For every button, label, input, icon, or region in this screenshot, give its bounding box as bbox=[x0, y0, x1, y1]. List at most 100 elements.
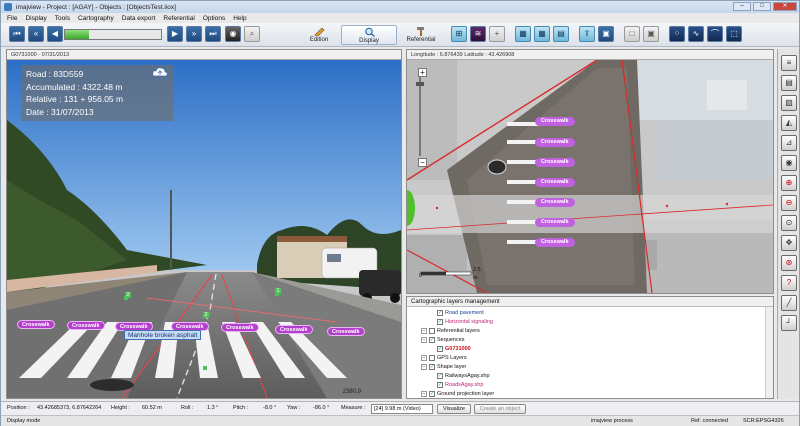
visualize-button[interactable]: Visualize bbox=[437, 404, 471, 414]
expand-toggle-icon[interactable]: − bbox=[421, 337, 427, 343]
map-panel[interactable]: Longitude : 6.876439 Latitude : 43.42690… bbox=[406, 49, 774, 294]
map-crosswalk-tag[interactable]: Crosswalk bbox=[535, 117, 575, 126]
layer-item[interactable]: − ✓ Ground projection layer bbox=[421, 390, 494, 398]
crosswalk-tag[interactable]: Crosswalk bbox=[327, 327, 365, 336]
draw-line-icon[interactable]: ╱ bbox=[781, 295, 797, 311]
layer-item[interactable]: ✓ RoadsAgay.shp bbox=[429, 381, 483, 389]
map-crosswalk-tag[interactable]: Crosswalk bbox=[535, 158, 575, 167]
layer-tool-icon[interactable]: ⊞ bbox=[451, 26, 467, 42]
crosswalk-tag[interactable]: Crosswalk bbox=[221, 323, 259, 332]
layer-item[interactable]: ✓ Horizontal signaling bbox=[429, 318, 493, 326]
zoom-extent-icon[interactable]: ⊙ bbox=[781, 215, 797, 231]
layer-checkbox[interactable]: ✓ bbox=[437, 310, 443, 316]
zoom-out-button[interactable]: − bbox=[418, 158, 427, 167]
layers-icon[interactable]: ▤ bbox=[781, 75, 797, 91]
map-crosswalk-tag[interactable]: Crosswalk bbox=[535, 138, 575, 147]
measure-select[interactable]: [24] 9.98 m (Video) bbox=[371, 404, 433, 414]
photo-icon[interactable]: ▨ bbox=[781, 95, 797, 111]
sequence-progress-bar[interactable] bbox=[64, 29, 162, 40]
orthophoto-map[interactable] bbox=[407, 60, 773, 293]
go-start-button[interactable]: ⏮ bbox=[9, 26, 25, 42]
polygon-tool-icon[interactable]: ⬚ bbox=[726, 26, 742, 42]
crosswalk-tag[interactable]: Crosswalk bbox=[67, 321, 105, 330]
layer-checkbox[interactable]: ✓ bbox=[429, 364, 435, 370]
layer-item[interactable]: − ✓ Shape layer bbox=[421, 363, 466, 371]
help-icon[interactable]: ? bbox=[781, 275, 797, 291]
menu-cartography[interactable]: Cartography bbox=[78, 15, 114, 22]
polyline-tool-icon[interactable]: ∿ bbox=[688, 26, 704, 42]
layer-checkbox[interactable]: ✓ bbox=[437, 346, 443, 352]
menu-referential[interactable]: Referential bbox=[163, 15, 194, 22]
minimize-button[interactable]: – bbox=[733, 2, 751, 11]
referential-button[interactable]: Referential bbox=[393, 25, 449, 45]
curve-tool-icon[interactable]: ⌒ bbox=[707, 26, 723, 42]
panoramic-view-panel[interactable]: G0731000 - 07/31/2013 Road: 83D559 Accu… bbox=[6, 49, 402, 399]
fast-forward-button[interactable]: » bbox=[186, 26, 202, 42]
add-tool-icon[interactable]: + bbox=[489, 26, 505, 42]
road-icon[interactable]: ⊿ bbox=[781, 135, 797, 151]
zoom-in-button[interactable]: + bbox=[418, 68, 427, 77]
close-button[interactable]: ✕ bbox=[773, 2, 797, 11]
map-crosswalk-tag[interactable]: Crosswalk bbox=[535, 218, 575, 227]
edition-button[interactable]: Edition bbox=[291, 25, 347, 45]
grid-view-c-icon[interactable]: ▤ bbox=[553, 26, 569, 42]
corner-icon[interactable]: ┘ bbox=[781, 315, 797, 331]
crosswalk-tag[interactable]: Crosswalk bbox=[17, 320, 55, 329]
camera-snapshot-icon[interactable]: ◉ bbox=[781, 155, 797, 171]
layer-checkbox[interactable] bbox=[429, 328, 435, 334]
maximize-button[interactable]: □ bbox=[753, 2, 771, 11]
layer-checkbox[interactable]: ✓ bbox=[437, 382, 443, 388]
export-icon[interactable]: ⇪ bbox=[579, 26, 595, 42]
camera-icon[interactable]: ◉ bbox=[225, 26, 241, 42]
expand-toggle-icon[interactable]: − bbox=[421, 391, 427, 397]
cloud-upload-icon[interactable] bbox=[152, 66, 168, 78]
layer-checkbox[interactable] bbox=[429, 355, 435, 361]
play-button[interactable]: ▶ bbox=[167, 26, 183, 42]
layer-checkbox[interactable]: ✓ bbox=[429, 337, 435, 343]
view-single-icon[interactable]: □ bbox=[624, 26, 640, 42]
layers-scrollbar[interactable] bbox=[765, 307, 773, 398]
grid-view-a-icon[interactable]: ▦ bbox=[515, 26, 531, 42]
menu-help[interactable]: Help bbox=[233, 15, 246, 22]
layer-item[interactable]: ✓ RailwaysAgay.shp bbox=[429, 372, 490, 380]
layer-checkbox[interactable]: ✓ bbox=[437, 373, 443, 379]
menu-options[interactable]: Options bbox=[203, 15, 225, 22]
layer-item[interactable]: − Referential layers bbox=[421, 327, 480, 335]
zoom-out-icon[interactable]: ⊖ bbox=[781, 195, 797, 211]
layer-checkbox[interactable]: ✓ bbox=[437, 319, 443, 325]
target-icon[interactable]: ⊛ bbox=[781, 255, 797, 271]
manhole-annotation[interactable]: Manhole broken asphalt bbox=[124, 330, 202, 340]
menu-data-export[interactable]: Data export bbox=[122, 15, 156, 22]
map-crosswalk-tag[interactable]: Crosswalk bbox=[535, 198, 575, 207]
menu-file[interactable]: File bbox=[7, 15, 17, 22]
layer-item[interactable]: − GPS Layers bbox=[421, 354, 467, 362]
expand-toggle-icon[interactable]: − bbox=[421, 328, 427, 334]
layer-label: Shape layer bbox=[437, 364, 467, 370]
menu-display[interactable]: Display bbox=[25, 15, 46, 22]
crosswalk-tag[interactable]: Crosswalk bbox=[275, 325, 313, 334]
menu-tools[interactable]: Tools bbox=[55, 15, 70, 22]
landscape-icon[interactable]: ◭ bbox=[781, 115, 797, 131]
pan-icon[interactable]: ✥ bbox=[781, 235, 797, 251]
signal-tool-icon[interactable]: ≋ bbox=[470, 26, 486, 42]
ruler-icon[interactable]: ≡ bbox=[781, 55, 797, 71]
display-button[interactable]: Display bbox=[341, 25, 397, 45]
zoom-in-icon[interactable]: ⊕ bbox=[781, 175, 797, 191]
layer-checkbox[interactable]: ✓ bbox=[429, 391, 435, 397]
layer-item[interactable]: ✓ G0731000 bbox=[429, 345, 471, 353]
expand-toggle-icon[interactable]: − bbox=[421, 355, 427, 361]
fast-backward-button[interactable]: « bbox=[28, 26, 44, 42]
view-frame-icon[interactable]: ▣ bbox=[643, 26, 659, 42]
map-crosswalk-tag[interactable]: Crosswalk bbox=[535, 178, 575, 187]
step-backward-button[interactable]: ◀ bbox=[47, 26, 63, 42]
grid-view-b-icon[interactable]: ▦ bbox=[534, 26, 550, 42]
expand-toggle-icon[interactable]: − bbox=[421, 364, 427, 370]
create-object-button[interactable]: Create an object bbox=[474, 404, 526, 414]
points-tool-icon[interactable]: ⁘ bbox=[669, 26, 685, 42]
go-end-button[interactable]: ⏭ bbox=[205, 26, 221, 42]
search-icon[interactable]: ⌕ bbox=[244, 26, 260, 42]
save-icon[interactable]: ▣ bbox=[598, 26, 614, 42]
layer-item[interactable]: − ✓ Sequences bbox=[421, 336, 465, 344]
layer-item[interactable]: ✓ Road pavement bbox=[429, 309, 484, 317]
map-crosswalk-tag[interactable]: Crosswalk bbox=[535, 238, 575, 247]
